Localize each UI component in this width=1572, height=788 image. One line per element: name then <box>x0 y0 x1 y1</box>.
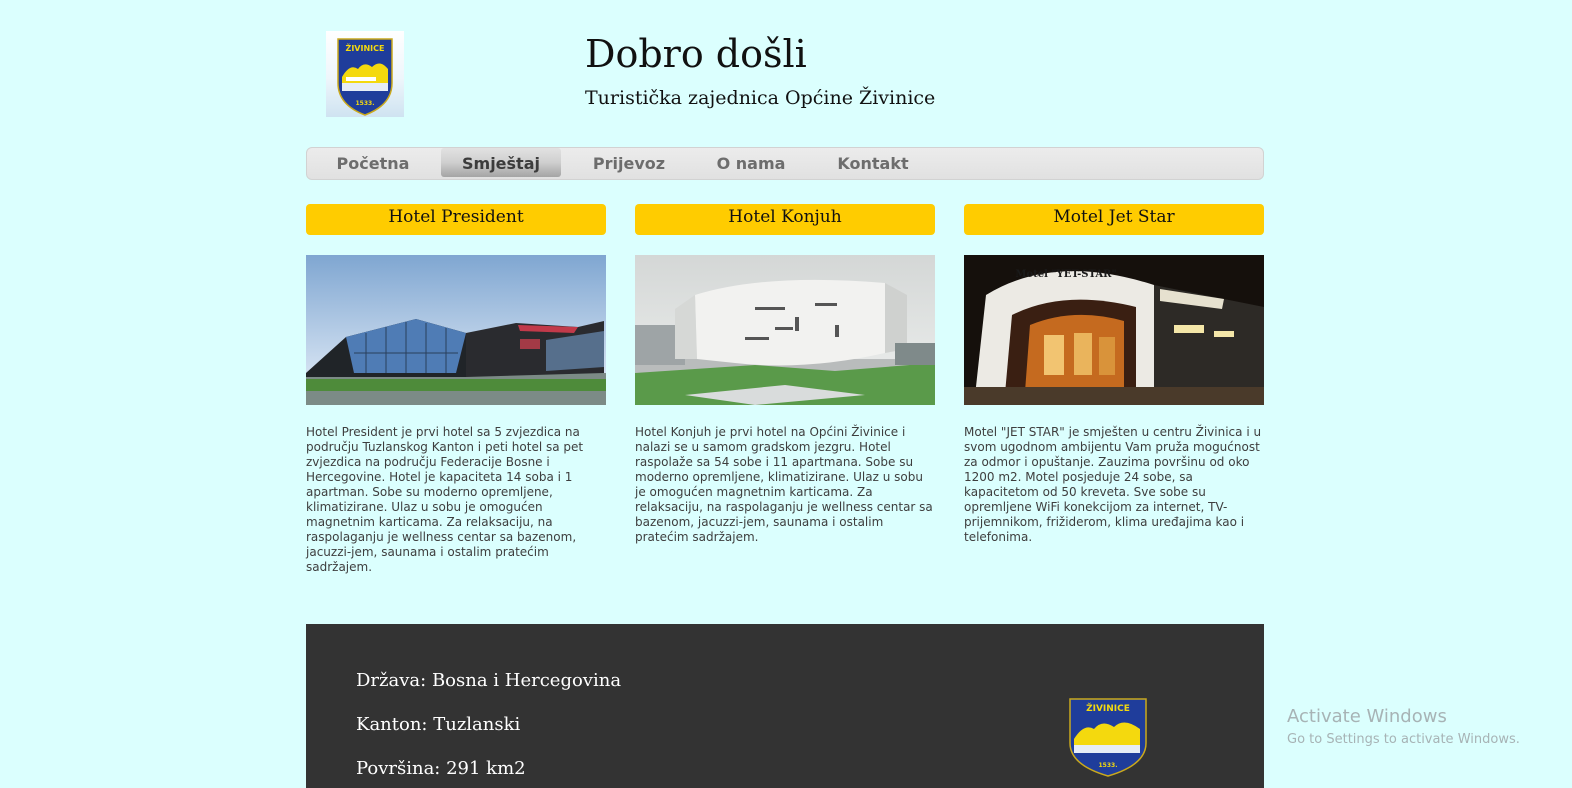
page-subtitle: Turistička zajednica Općine Živinice <box>585 87 936 109</box>
page-title: Dobro došli <box>585 32 807 76</box>
card-title[interactable]: Hotel Konjuh <box>635 204 935 235</box>
coat-of-arms-icon: ŽIVINICE 1533. <box>337 38 393 116</box>
nav-item-smjestaj[interactable]: Smještaj <box>441 148 561 177</box>
card-title[interactable]: Motel Jet Star <box>964 204 1264 235</box>
footer-country: Država: Bosna i Hercegovina <box>356 670 622 691</box>
card-description: Hotel President je prvi hotel sa 5 zvjez… <box>306 425 584 574</box>
footer-canton: Kanton: Tuzlanski <box>356 714 521 735</box>
card-description: Motel "JET STAR" je smješten u centru Ži… <box>964 425 1262 544</box>
site-logo[interactable]: ŽIVINICE 1533. <box>326 31 404 117</box>
nav-item-prijevoz[interactable]: Prijevoz <box>577 148 681 177</box>
nav-item-kontakt[interactable]: Kontakt <box>821 148 925 177</box>
hotel-president-image <box>306 255 606 405</box>
svg-text:1533.: 1533. <box>1099 762 1118 769</box>
footer-coat-of-arms-icon: ŽIVINICE 1533. <box>1069 698 1147 777</box>
footer-area: Površina: 291 km2 <box>356 758 526 779</box>
main-nav: Početna Smještaj Prijevoz O nama Kontakt <box>306 147 1264 180</box>
nav-item-pocetna[interactable]: Početna <box>321 148 425 177</box>
accommodation-card-konjuh: Hotel Konjuh Hotel Konjuh je prvi hotel <box>635 204 935 545</box>
svg-text:1533.: 1533. <box>356 100 375 107</box>
card-description: Hotel Konjuh je prvi hotel na Općini Živ… <box>635 425 933 544</box>
nav-item-o-nama[interactable]: O nama <box>699 148 803 177</box>
hotel-konjuh-image <box>635 255 935 405</box>
activate-windows-watermark: Activate Windows Go to Settings to activ… <box>1287 706 1520 747</box>
card-title[interactable]: Hotel President <box>306 204 606 235</box>
footer: Država: Bosna i Hercegovina Kanton: Tuzl… <box>306 624 1264 788</box>
svg-text:ŽIVINICE: ŽIVINICE <box>1086 702 1130 714</box>
watermark-subtitle: Go to Settings to activate Windows. <box>1287 732 1520 747</box>
svg-text:ŽIVINICE: ŽIVINICE <box>346 42 385 53</box>
accommodation-card-jet-star: Motel Jet Star Motel "YET-STAR" Motel "J… <box>964 204 1264 545</box>
accommodation-card-president: Hotel President Hotel President je prvi <box>306 204 606 575</box>
svg-text:Motel "YET-STAR": Motel "YET-STAR" <box>1015 269 1116 280</box>
motel-jet-star-image: Motel "YET-STAR" <box>964 255 1264 405</box>
watermark-title: Activate Windows <box>1287 706 1447 727</box>
